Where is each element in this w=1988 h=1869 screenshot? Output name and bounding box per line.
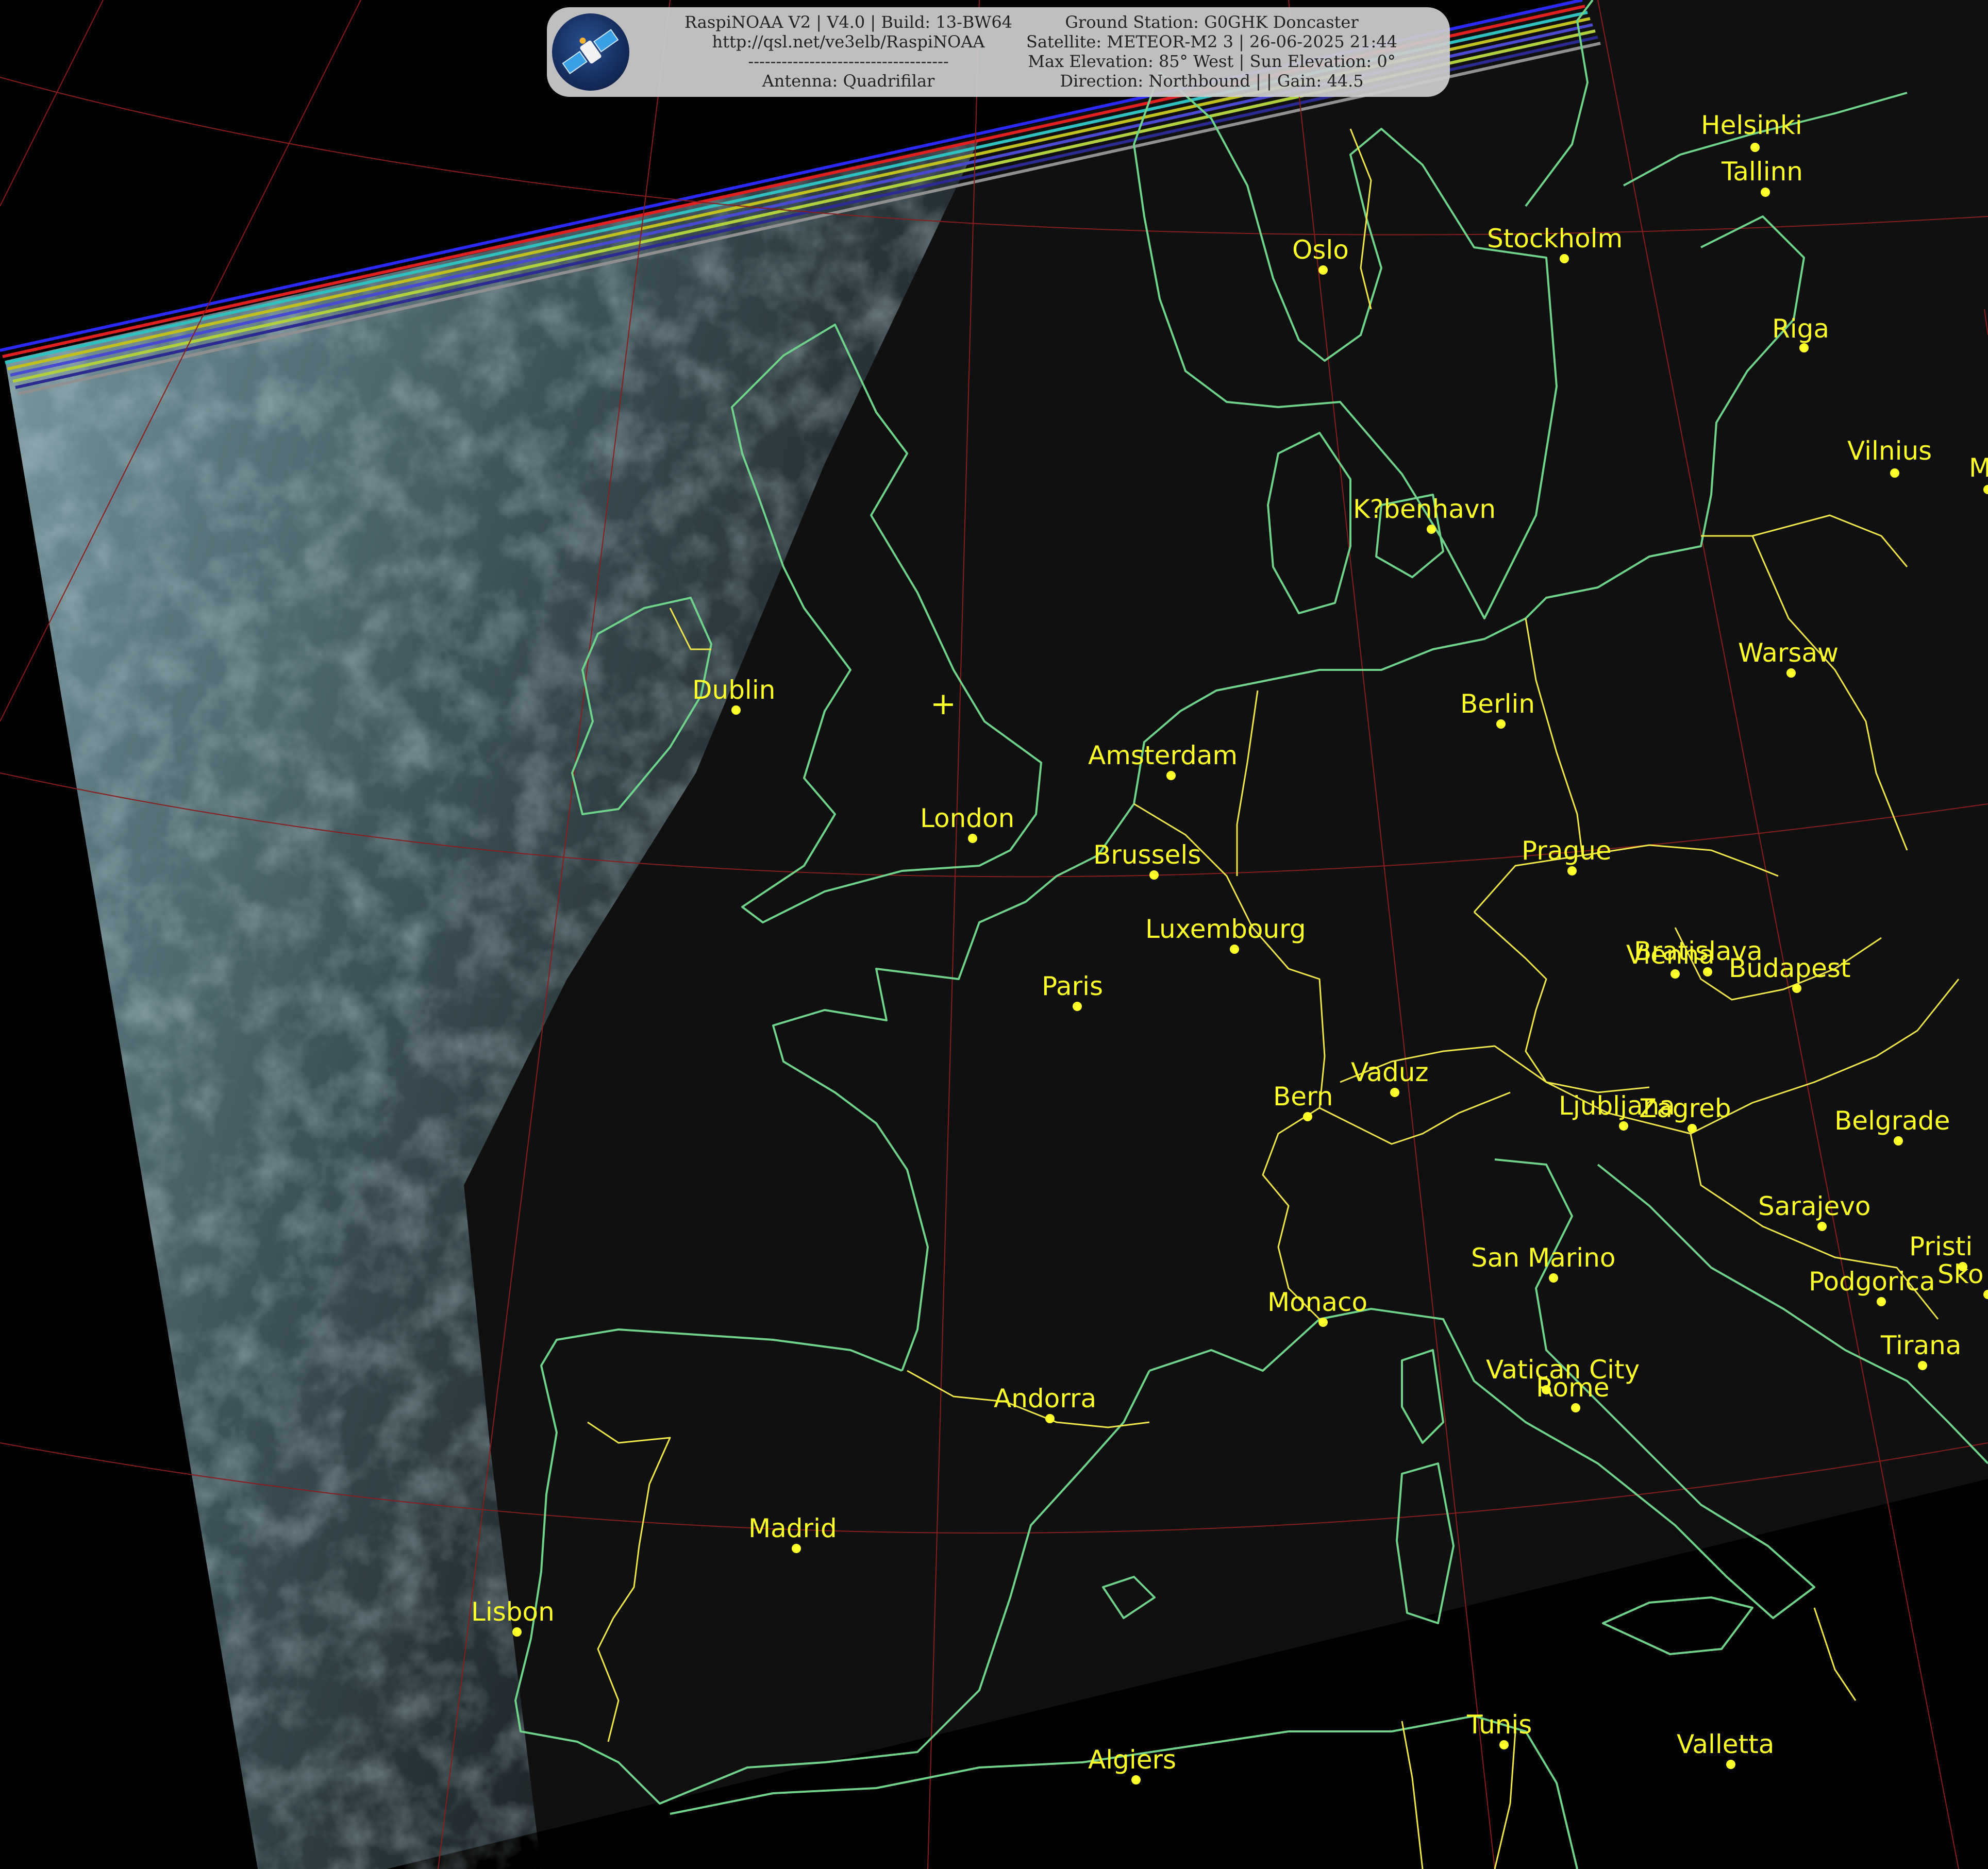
city-label: Zagreb	[1639, 1093, 1731, 1123]
city-label: Dublin	[692, 675, 775, 705]
city-label: Riga	[1772, 314, 1829, 344]
city-dot	[1817, 1222, 1827, 1231]
direction-gain-line: Direction: Northbound | | Gain: 44.5	[1060, 71, 1364, 91]
city-label: Tirana	[1880, 1331, 1961, 1360]
city-dot	[1427, 525, 1436, 534]
city-label: Luxembourg	[1145, 914, 1306, 944]
antenna-line: Antenna: Quadrifilar	[762, 71, 935, 91]
city-label: Berlin	[1460, 689, 1535, 719]
city-dot	[1318, 1318, 1328, 1327]
city-label: Algiers	[1088, 1745, 1176, 1775]
city-label: Madrid	[748, 1513, 837, 1543]
city-label: Rome	[1536, 1373, 1610, 1403]
city-label: K?benhavn	[1353, 494, 1496, 524]
city-label: Lisbon	[471, 1597, 555, 1627]
city-label: Tunis	[1466, 1710, 1532, 1740]
city-dot	[1750, 143, 1760, 152]
city-dot	[1303, 1112, 1312, 1121]
city-label: Prague	[1522, 836, 1612, 866]
city-dot	[1890, 468, 1899, 478]
city-marker: Algiers	[1088, 1745, 1176, 1784]
city-label: San Marino	[1471, 1243, 1615, 1273]
separator-line: ------------------------------------	[748, 52, 949, 71]
city-dot	[968, 834, 977, 843]
city-label: Stockholm	[1487, 224, 1623, 254]
city-dot	[1761, 188, 1770, 197]
city-dot	[1045, 1414, 1055, 1423]
city-label: Amsterdam	[1088, 740, 1238, 770]
city-dot	[1318, 265, 1328, 275]
city-label: Valletta	[1677, 1729, 1774, 1759]
city-dot	[1166, 771, 1176, 780]
city-dot	[1496, 719, 1506, 729]
city-label: Monaco	[1267, 1287, 1367, 1317]
city-label: Podgorica	[1809, 1267, 1935, 1296]
satellite-line: Satellite: METEOR-M2 3 | 26-06-2025 21:4…	[1026, 32, 1397, 52]
city-dot	[731, 705, 741, 715]
city-label: Pristi	[1909, 1232, 1973, 1261]
city-label: Andorra	[994, 1384, 1096, 1413]
header-left-column: RaspiNOAA V2 | V4.0 | Build: 13-BW64 htt…	[645, 12, 1052, 91]
elevation-line: Max Elevation: 85° West | Sun Elevation:…	[1028, 52, 1396, 71]
city-dot	[1390, 1088, 1399, 1097]
ground-station-line: Ground Station: G0GHK Doncaster	[1065, 12, 1359, 32]
city-label: London	[920, 803, 1014, 833]
project-url-line: http://qsl.net/ve3elb/RaspiNOAA	[712, 32, 985, 52]
city-label: Budapest	[1729, 953, 1851, 983]
city-dot	[1894, 1136, 1903, 1146]
city-label: Oslo	[1292, 235, 1349, 265]
city-label: Paris	[1042, 971, 1103, 1001]
city-dot	[1549, 1273, 1558, 1283]
city-label: Warsaw	[1738, 638, 1839, 668]
city-dot	[1877, 1297, 1886, 1306]
ground-station-marker: +	[930, 686, 956, 722]
city-dot	[1571, 1403, 1580, 1412]
header-right-column: Ground Station: G0GHK Doncaster Satellit…	[1011, 12, 1413, 91]
city-dot	[1131, 1775, 1141, 1784]
city-dot	[1786, 668, 1796, 678]
city-marker: Valletta	[1677, 1729, 1774, 1769]
city-dot	[792, 1544, 801, 1553]
city-label: Vaduz	[1351, 1057, 1429, 1087]
city-label: Belgrade	[1834, 1106, 1950, 1136]
city-dot	[1230, 945, 1239, 954]
city-dot	[1149, 870, 1159, 880]
city-dot	[1726, 1760, 1735, 1769]
city-label: Helsinki	[1701, 110, 1802, 140]
city-label: Sarajevo	[1758, 1191, 1870, 1221]
city-label: Brussels	[1093, 840, 1201, 870]
city-label: Min	[1969, 453, 1988, 483]
satellite-icon	[552, 13, 629, 91]
city-label: Vilnius	[1847, 436, 1932, 466]
city-dot	[1670, 969, 1680, 979]
city-dot	[1073, 1002, 1082, 1011]
city-dot	[1918, 1361, 1927, 1370]
info-header-panel: RaspiNOAA V2 | V4.0 | Build: 13-BW64 htt…	[547, 7, 1450, 97]
city-label: Tallinn	[1721, 157, 1803, 187]
satellite-map: + Helsinki Tallinn Stockholm Oslo Riga Vilniu…	[0, 0, 1988, 1869]
city-dot	[1567, 866, 1577, 875]
city-marker: Tunis	[1466, 1710, 1532, 1749]
city-dot	[1792, 984, 1801, 993]
city-dot	[1688, 1124, 1697, 1133]
city-dot	[1799, 343, 1809, 352]
image-swath	[5, 0, 1988, 1869]
city-label: Bern	[1273, 1082, 1333, 1112]
city-label: Sko	[1937, 1259, 1984, 1289]
city-dot	[512, 1627, 522, 1637]
app-version-line: RaspiNOAA V2 | V4.0 | Build: 13-BW64	[684, 12, 1013, 32]
city-label: Vienna	[1626, 940, 1715, 970]
city-dot	[1619, 1121, 1628, 1131]
city-dot	[1560, 254, 1569, 263]
city-dot	[1499, 1740, 1509, 1749]
